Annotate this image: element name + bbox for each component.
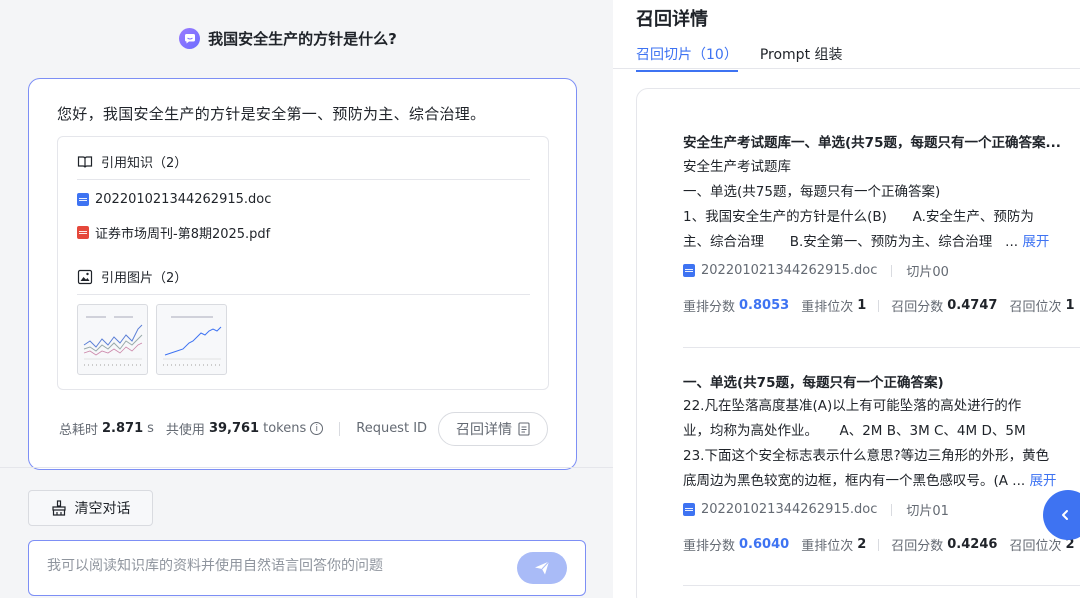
- knowledge-heading-label: 引用知识（2）: [101, 156, 188, 171]
- recall-rank-label: 召回位次: [1009, 539, 1062, 554]
- book-icon: [77, 155, 93, 168]
- chunk-card: 安全生产考试题库一、单选(共75题，每题只有一个正确答案... 安全生产考试题库…: [683, 131, 1080, 315]
- divider: [878, 538, 880, 551]
- chunk-line: 主、综合治理 B.安全第一、预防为主、综合治理 ...: [683, 234, 1023, 250]
- chunk-line: 22.凡在坠落高度基准(A)以上有可能坠落的高处进行的作: [683, 398, 1022, 414]
- image-icon: [77, 269, 93, 284]
- images-heading: 引用图片（2）: [77, 267, 187, 286]
- chunk-line: 底周边为黑色较宽的边框，框内有一个黑色感叹号。(A ...: [683, 473, 1030, 489]
- recall-score-label: 召回分数: [891, 539, 944, 554]
- expand-link[interactable]: 展开: [1029, 473, 1056, 489]
- chat-input-box: [28, 540, 586, 596]
- rerank-rank-value: 1: [857, 298, 867, 313]
- chunk-content: 安全生产考试题库 一、单选(共75题，每题只有一个正确答案) 1、我国安全生产的…: [683, 155, 1080, 255]
- reference-file-name: 证券市场周刊-第8期2025.pdf: [95, 227, 271, 242]
- chunk-scores: 重排分数 0.8053 重排位次 1 召回分数 0.4747 召回位次 1: [683, 296, 1080, 315]
- divider: [613, 68, 1080, 69]
- recall-score-value: 0.4747: [947, 298, 998, 313]
- rerank-rank-label: 重排位次: [801, 300, 854, 315]
- chat-bubble-icon: [179, 28, 201, 49]
- chat-panel: 我国安全生产的方针是什么? 您好，我国安全生产的方针是安全第一、预防为主、综合治…: [0, 0, 613, 598]
- rerank-score-label: 重排分数: [683, 539, 736, 554]
- rerank-score-value: 0.6040: [739, 537, 790, 552]
- divider: [891, 503, 893, 516]
- chunk-source: 202201021344262915.doc 切片01: [683, 500, 1080, 519]
- image-thumbnail[interactable]: [156, 304, 227, 375]
- time-label: 总耗时: [59, 423, 99, 438]
- rerank-score-value: 0.8053: [739, 298, 790, 313]
- chunk-line: 1、我国安全生产的方针是什么(B) A.安全生产、预防为: [683, 209, 1034, 225]
- rerank-rank-label: 重排位次: [801, 539, 854, 554]
- chunk-scores: 重排分数 0.6040 重排位次 2 召回分数 0.4246 召回位次 2: [683, 535, 1080, 554]
- divider: [878, 299, 880, 312]
- references-box: 引用知识（2） 202201021344262915.doc 证券市场周刊-第8…: [57, 136, 549, 390]
- time-value: 2.871: [102, 421, 144, 436]
- chunk-content: 22.凡在坠落高度基准(A)以上有可能坠落的高处进行的作 业，均称为高处作业。 …: [683, 394, 1080, 494]
- request-id-link[interactable]: Request ID: [356, 421, 427, 436]
- info-icon[interactable]: i: [310, 422, 324, 435]
- reference-file-name: 202201021344262915.doc: [95, 192, 272, 207]
- usage-stats: 总耗时 2.871 s 共使用 39,761 tokens i Request …: [59, 419, 427, 438]
- broom-icon: [51, 500, 66, 516]
- expand-link[interactable]: 展开: [1022, 234, 1049, 250]
- chunk-title: 一、单选(共75题，每题只有一个正确答案): [683, 375, 944, 391]
- chunk-line: 业，均称为高处作业。 A、2M B、3M C、4M D、5M: [683, 423, 1026, 439]
- user-question: 我国安全生产的方针是什么?: [0, 28, 576, 49]
- chunk-source: 202201021344262915.doc 切片00: [683, 261, 1080, 280]
- tokens-label: 共使用: [165, 423, 205, 438]
- knowledge-heading: 引用知识（2）: [77, 152, 187, 171]
- recall-rank-label: 召回位次: [1009, 300, 1062, 315]
- question-text: 我国安全生产的方针是什么?: [208, 30, 397, 48]
- chat-input[interactable]: [47, 558, 497, 574]
- divider: [77, 179, 530, 180]
- chunk-slice: 切片00: [906, 265, 949, 280]
- pdf-icon: [77, 226, 89, 239]
- recall-rank-value: 1: [1065, 298, 1075, 313]
- chunk-file-name[interactable]: 202201021344262915.doc: [701, 502, 877, 517]
- divider: [0, 467, 613, 468]
- reference-file[interactable]: 证券市场周刊-第8期2025.pdf: [77, 223, 270, 242]
- images-heading-label: 引用图片（2）: [101, 271, 188, 286]
- chunk-file-name[interactable]: 202201021344262915.doc: [701, 263, 877, 278]
- image-thumbnail[interactable]: [77, 304, 148, 375]
- recall-details-button[interactable]: 召回详情: [438, 412, 548, 446]
- send-icon: [535, 561, 550, 575]
- chunk-card: 一、单选(共75题，每题只有一个正确答案) 22.凡在坠落高度基准(A)以上有可…: [683, 371, 1080, 554]
- chunk-slice: 切片01: [906, 504, 949, 519]
- recall-details-label: 召回详情: [456, 422, 512, 438]
- chunk-line: 安全生产考试题库: [683, 159, 791, 175]
- chunk-title: 安全生产考试题库一、单选(共75题，每题只有一个正确答案...: [683, 135, 1061, 151]
- recall-score-value: 0.4246: [947, 537, 998, 552]
- divider: [891, 264, 893, 277]
- panel-title: 召回详情: [636, 9, 708, 30]
- answer-card: 您好，我国安全生产的方针是安全第一、预防为主、综合治理。 引用知识（2） 202…: [28, 78, 577, 470]
- chunk-line: 23.下面这个安全标志表示什么意思?等边三角形的外形，黄色: [683, 448, 1050, 464]
- word-doc-icon: [683, 503, 695, 516]
- word-doc-icon: [77, 193, 89, 206]
- time-unit: s: [147, 421, 154, 436]
- rerank-rank-value: 2: [857, 537, 867, 552]
- divider: [683, 347, 1080, 348]
- word-doc-icon: [683, 264, 695, 277]
- chevron-left-icon: [1062, 510, 1068, 520]
- answer-text: 您好，我国安全生产的方针是安全第一、预防为主、综合治理。: [57, 105, 486, 123]
- chunk-line: 一、单选(共75题，每题只有一个正确答案): [683, 184, 941, 200]
- recall-score-label: 召回分数: [891, 300, 944, 315]
- clear-conversation-label: 清空对话: [74, 501, 131, 517]
- divider: [339, 421, 341, 436]
- send-button[interactable]: [517, 552, 567, 584]
- divider: [77, 294, 530, 295]
- divider: [683, 585, 1080, 586]
- document-icon: [518, 422, 530, 436]
- rerank-score-label: 重排分数: [683, 300, 736, 315]
- tokens-unit: tokens: [263, 421, 307, 436]
- reference-file[interactable]: 202201021344262915.doc: [77, 192, 271, 207]
- clear-conversation-button[interactable]: 清空对话: [28, 490, 153, 526]
- tokens-value: 39,761: [208, 421, 260, 436]
